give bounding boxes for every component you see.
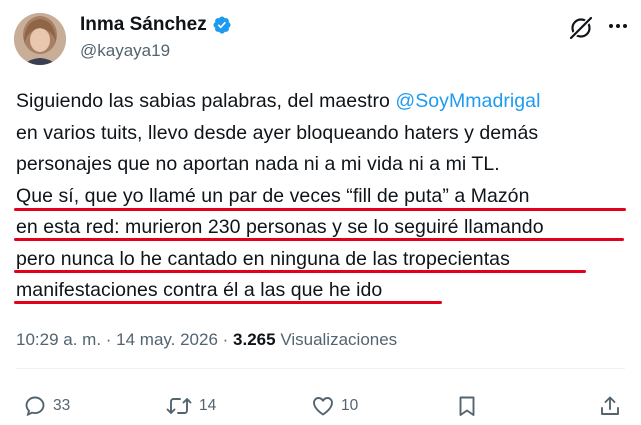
tweet-line: personajes que no aportan nada ni a mi v… [16, 153, 500, 175]
like-icon [313, 397, 333, 416]
reply-button[interactable]: 33 [23, 394, 70, 418]
tweet-line: Siguiendo las sabias palabras, del maest… [16, 90, 541, 112]
red-underline [14, 208, 626, 211]
more-icon[interactable] [606, 14, 630, 38]
reply-count: 33 [53, 397, 71, 414]
like-button[interactable]: 10 [311, 394, 358, 418]
bookmark-icon [459, 396, 475, 416]
repost-button[interactable]: 14 [165, 394, 216, 418]
repost-count: 14 [199, 397, 217, 414]
red-underline [14, 301, 442, 304]
verified-badge-icon [212, 15, 232, 35]
author-name[interactable]: Inma Sánchez [80, 14, 207, 36]
tweet-time[interactable]: 10:29 a. m. [16, 330, 101, 349]
reply-icon [25, 396, 45, 417]
grok-icon[interactable] [567, 14, 595, 42]
bookmark-button[interactable] [455, 394, 479, 418]
views-label: Visualizaciones [275, 330, 398, 349]
avatar[interactable] [14, 13, 66, 65]
views-count: 3.265 [233, 330, 276, 349]
tweet-text: Siguiendo las sabias palabras, del maest… [16, 86, 626, 307]
action-bar: 33 14 10 [0, 392, 641, 422]
tweet-line: en varios tuits, llevo desde ayer bloque… [16, 121, 539, 144]
divider [16, 368, 625, 369]
author-handle[interactable]: @kayaya19 [80, 41, 170, 61]
tweet-date[interactable]: 14 may. 2026 [116, 330, 218, 349]
mention-link[interactable]: @SoyMmadrigal [395, 90, 540, 112]
share-icon [601, 396, 619, 415]
share-button[interactable] [598, 394, 622, 418]
red-underline [14, 238, 624, 241]
repost-icon [166, 398, 192, 414]
red-underline [14, 270, 586, 273]
tweet-meta: 10:29 a. m. · 14 may. 2026 · 3.265 Visua… [16, 330, 398, 349]
like-count: 10 [341, 397, 359, 414]
